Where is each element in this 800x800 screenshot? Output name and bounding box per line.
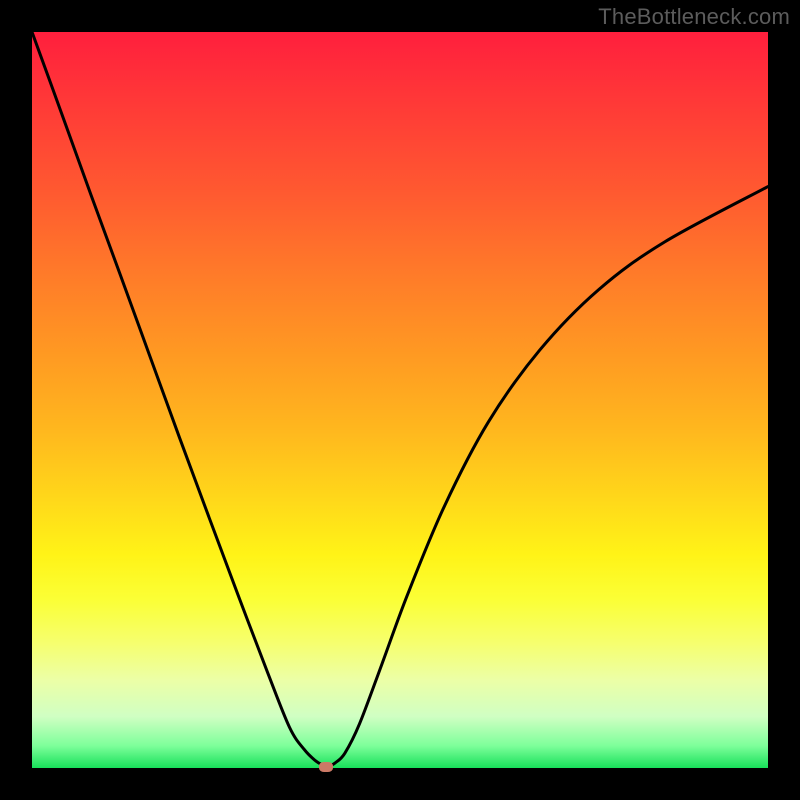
chart-frame: TheBottleneck.com [0, 0, 800, 800]
vertex-marker-icon [319, 762, 333, 772]
bottleneck-curve [32, 32, 768, 768]
watermark-text: TheBottleneck.com [598, 4, 790, 30]
plot-area [32, 32, 768, 768]
